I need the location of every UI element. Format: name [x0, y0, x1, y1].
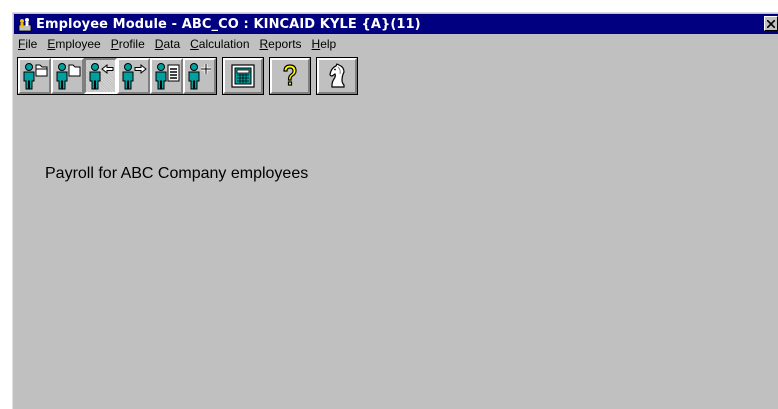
close-employee-button[interactable]: [51, 58, 84, 94]
employee-close-folder-icon: [56, 63, 80, 90]
close-icon: [767, 19, 775, 28]
toolbar: [17, 56, 363, 96]
calculator-icon: [231, 64, 255, 88]
open-employee-button[interactable]: [18, 58, 51, 94]
chess-knight-icon: [329, 63, 345, 88]
calculator-button-group: [222, 57, 264, 95]
employee-module-window: Employee Module - ABC_CO : KINCAID KYLE …: [12, 12, 778, 409]
employee-previous-icon: [89, 63, 113, 90]
menu-calculation[interactable]: Calculation: [186, 37, 255, 51]
employee-open-folder-icon: [23, 63, 47, 90]
menu-reports[interactable]: Reports: [256, 37, 308, 51]
menu-data[interactable]: Data: [151, 37, 186, 51]
help-question-icon: [283, 64, 297, 86]
exit-button-group: [316, 57, 358, 95]
help-button[interactable]: [270, 58, 310, 94]
help-button-group: [269, 57, 311, 95]
employee-list-icon: [155, 63, 179, 90]
menu-help[interactable]: Help: [308, 37, 343, 51]
window-title: Employee Module - ABC_CO : KINCAID KYLE …: [36, 16, 421, 32]
title-bar[interactable]: Employee Module - ABC_CO : KINCAID KYLE …: [14, 14, 778, 34]
next-employee-button[interactable]: [117, 58, 150, 94]
previous-employee-button[interactable]: [84, 58, 117, 94]
close-button[interactable]: [764, 16, 778, 31]
calculator-button[interactable]: [223, 58, 263, 94]
menu-employee[interactable]: Employee: [43, 37, 106, 51]
employee-next-icon: [122, 63, 147, 90]
menu-profile[interactable]: Profile: [107, 37, 151, 51]
employee-list-button[interactable]: [150, 58, 183, 94]
employee-add-icon: [188, 63, 211, 90]
module-description: Payroll for ABC Company employees: [45, 165, 309, 182]
app-icon: [18, 18, 32, 32]
menu-file[interactable]: File: [14, 37, 43, 51]
menu-bar: File Employee Profile Data Calculation R…: [14, 34, 778, 54]
exit-button[interactable]: [317, 58, 357, 94]
employee-button-group: [17, 57, 217, 95]
add-employee-button[interactable]: [183, 58, 216, 94]
